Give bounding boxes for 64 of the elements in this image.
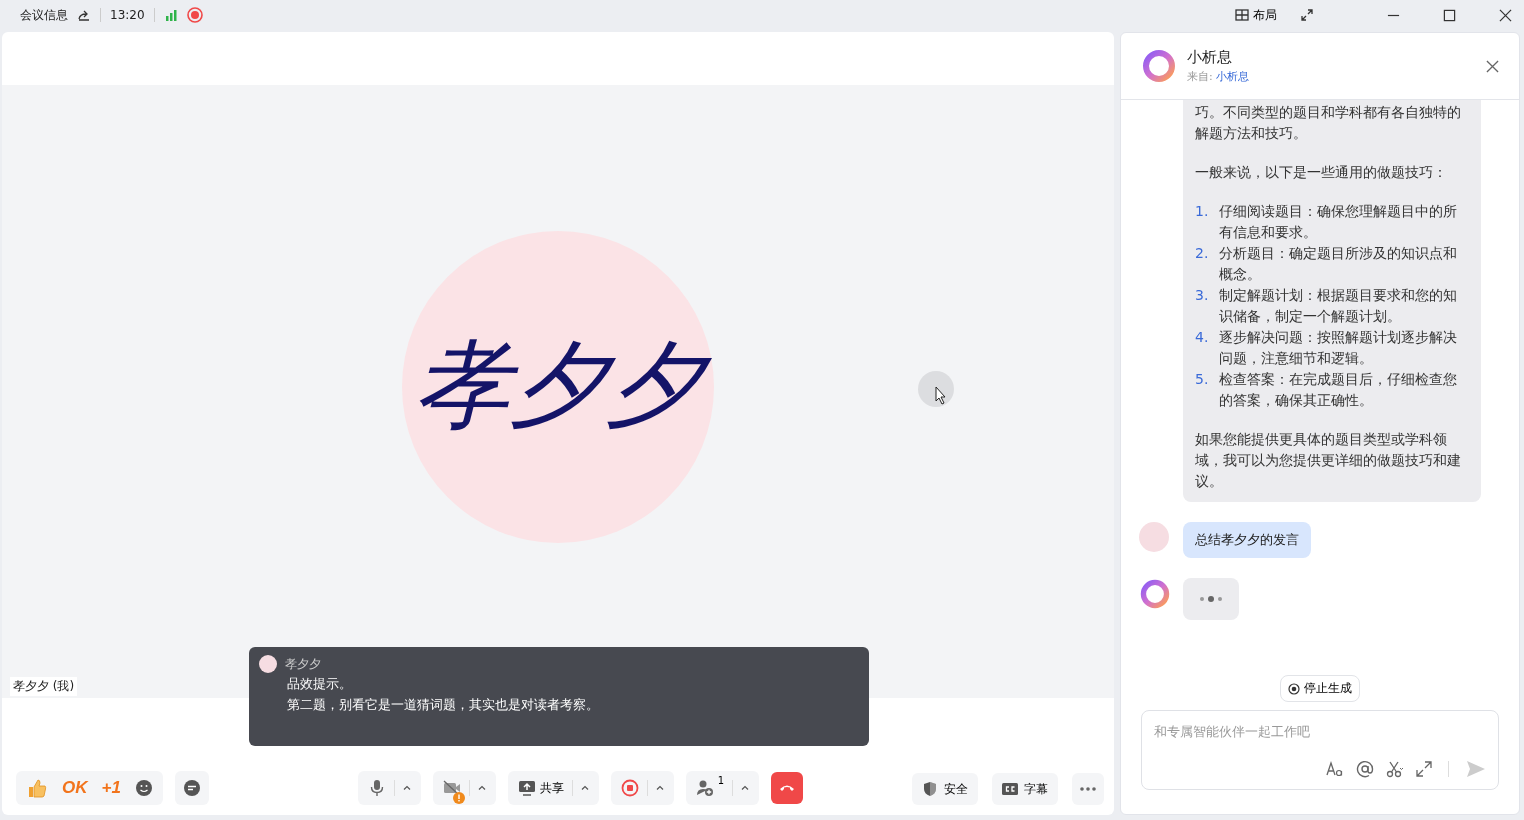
speaker-avatar-icon — [259, 655, 277, 673]
stop-generating-button[interactable]: 停止生成 — [1280, 675, 1360, 702]
caption-line: 品效提示。 — [287, 675, 353, 693]
meeting-time: 13:20 — [110, 8, 145, 22]
expand-icon[interactable] — [1300, 8, 1314, 22]
source-link[interactable]: 小析息 — [1215, 70, 1249, 83]
caret-icon[interactable] — [654, 783, 665, 793]
message-paragraph: 一般来说，以下是一些通用的做题技巧： — [1195, 163, 1448, 182]
list-number: 1. — [1195, 202, 1210, 221]
record-icon — [620, 779, 639, 797]
speaker-name: 孝夕夕 — [285, 655, 321, 673]
list-number: 3. — [1195, 286, 1210, 305]
participant-avatar: 孝夕夕 — [402, 230, 714, 543]
caret-icon[interactable] — [401, 783, 412, 793]
list-item-text: 制定解题计划：根据题目要求和您的知识储备，制定一个解题计划。 — [1219, 286, 1458, 326]
list-item-text: 仔细阅读题目：确保您理解题目中的所有信息和要求。 — [1219, 202, 1458, 242]
participant-name-tag: 孝夕夕 (我) — [10, 677, 78, 696]
more-icon — [1079, 786, 1097, 792]
caret-icon[interactable] — [579, 783, 590, 793]
list-number: 4. — [1195, 328, 1210, 347]
assistant-name: 小析息 — [1187, 48, 1233, 67]
chat-icon — [182, 779, 201, 797]
cc-icon — [1002, 781, 1018, 797]
source-label: 来自: — [1187, 70, 1213, 83]
message-paragraph: 巧。不同类型的题目和学科都有各自独特的解题方法和技巧。 — [1195, 103, 1462, 143]
thumbs-up-icon[interactable] — [26, 777, 48, 799]
list-number: 5. — [1195, 370, 1210, 389]
stop-icon — [1288, 682, 1300, 695]
screen-upload-icon — [517, 779, 536, 797]
assistant-logo-icon — [1141, 48, 1177, 84]
shield-icon — [922, 781, 938, 797]
expand-icon[interactable] — [1416, 761, 1432, 777]
list-item-text: 分析题目：确定题目所涉及的知识点和概念。 — [1219, 244, 1458, 284]
hang-up-button[interactable] — [771, 772, 804, 804]
list-item-text: 检查答案：在完成题目后，仔细检查您的答案，确保其正确性。 — [1219, 370, 1458, 410]
caret-icon[interactable] — [740, 783, 751, 793]
at-sign-icon[interactable] — [1356, 760, 1374, 778]
more-button[interactable] — [1072, 773, 1104, 805]
cursor-icon — [918, 371, 954, 407]
close-icon[interactable] — [1499, 8, 1512, 22]
assistant-logo-icon — [1139, 578, 1171, 610]
recording-icon[interactable] — [186, 7, 203, 23]
maximize-icon[interactable] — [1443, 8, 1456, 22]
close-icon[interactable] — [1486, 59, 1499, 73]
emoji-icon[interactable] — [134, 779, 153, 797]
user-message: 总结孝夕夕的发言 — [1183, 522, 1311, 558]
grid-icon — [1235, 8, 1249, 22]
security-button[interactable]: 安全 — [912, 773, 978, 805]
share-arrow-icon[interactable] — [77, 8, 91, 22]
scissors-icon[interactable] — [1386, 760, 1404, 778]
add-person-icon — [695, 779, 714, 797]
caret-icon[interactable] — [476, 783, 487, 793]
captions-button[interactable]: 字幕 — [992, 773, 1058, 805]
caption-line: 第二题，别看它是一道猜词题，其实也是对读者考察。 — [287, 696, 600, 714]
signal-icon — [163, 8, 178, 22]
meeting-info-link[interactable]: 会议信息 — [20, 6, 68, 24]
user-avatar-icon — [1139, 522, 1169, 552]
message-paragraph: 如果您能提供更具体的题目类型或学科领域，我可以为您提供更详细的做题技巧和建议。 — [1195, 430, 1462, 491]
list-number: 2. — [1195, 244, 1210, 263]
list-item-text: 逐步解决问题：按照解题计划逐步解决问题，注意细节和逻辑。 — [1219, 328, 1458, 368]
layout-button[interactable]: 布局 — [1235, 6, 1277, 24]
font-icon[interactable] — [1326, 760, 1344, 778]
chat-button[interactable] — [174, 771, 209, 805]
typing-indicator — [1183, 578, 1239, 620]
